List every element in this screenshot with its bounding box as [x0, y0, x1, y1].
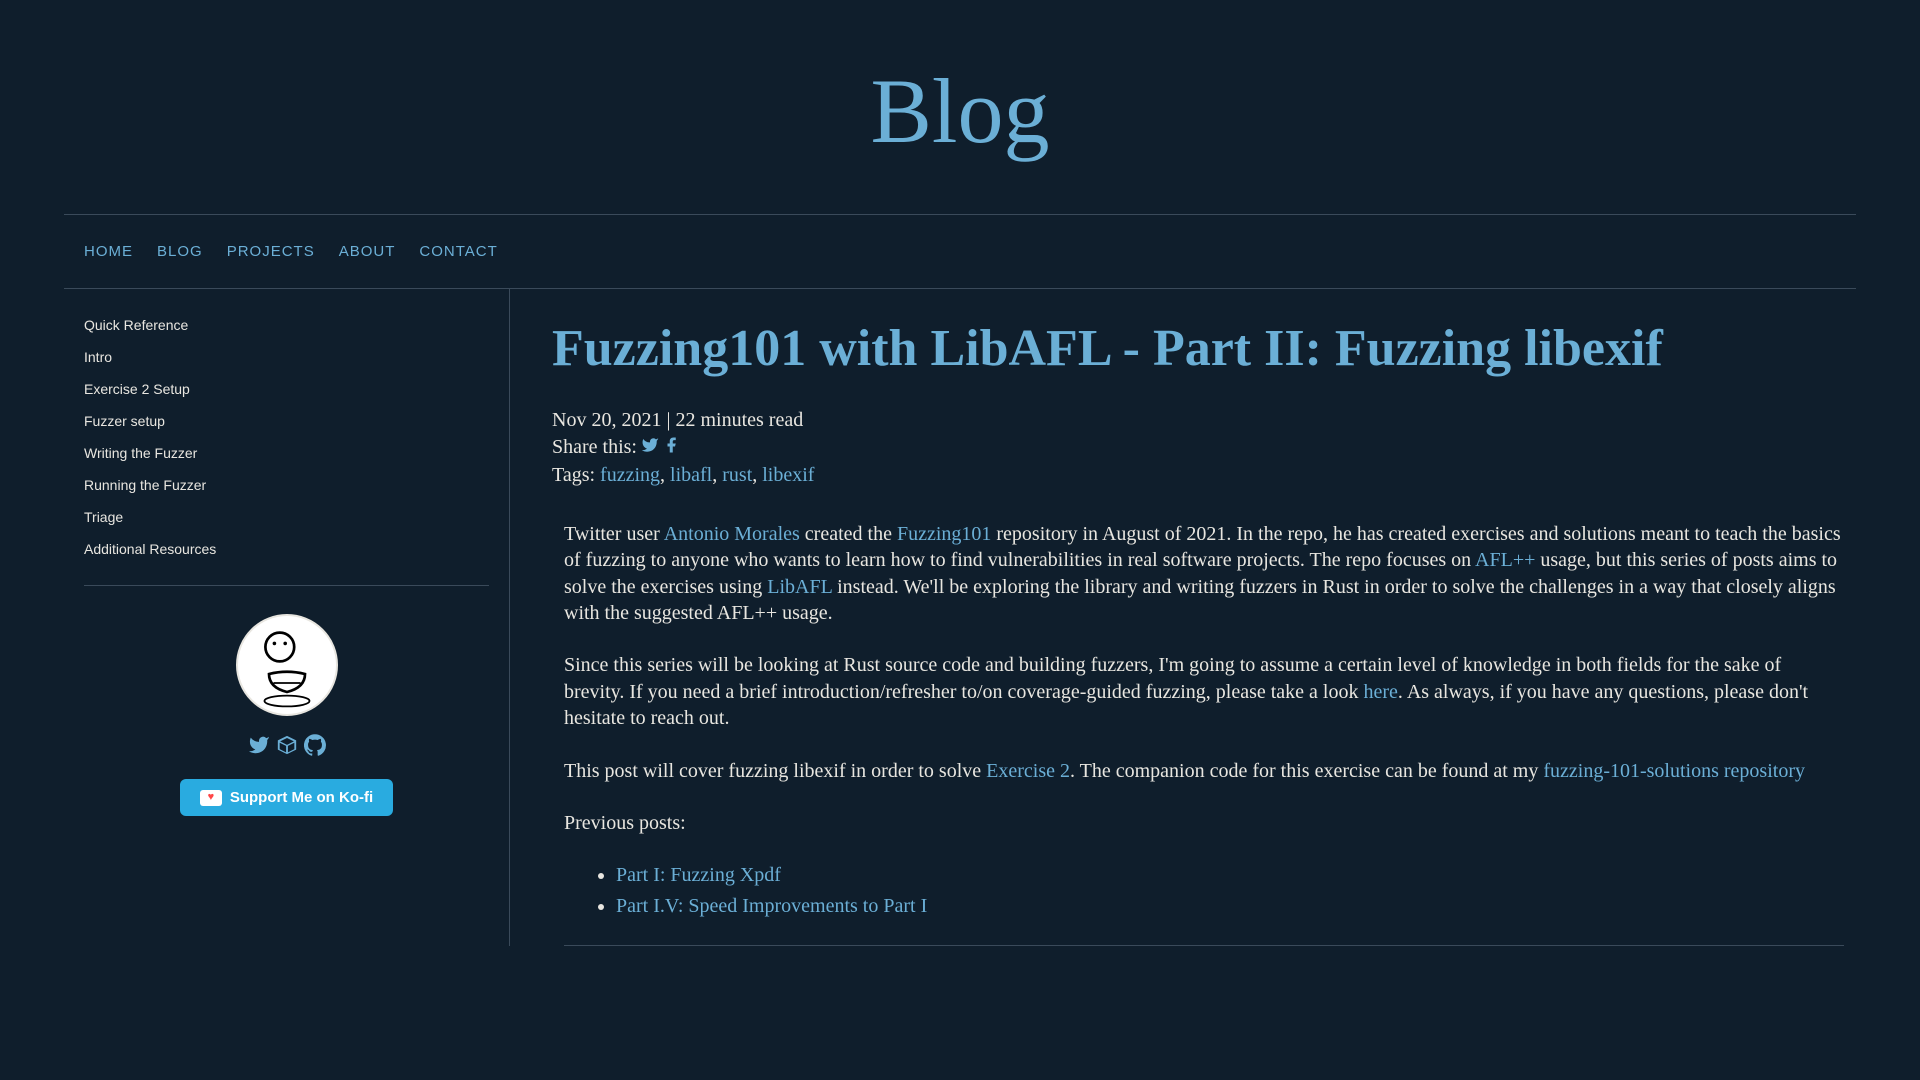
- list-item: Part I: Fuzzing Xpdf: [616, 862, 1844, 888]
- share-twitter-icon[interactable]: [641, 436, 659, 460]
- post-meta: Nov 20, 2021 | 22 minutes read: [552, 409, 1856, 432]
- post-readtime: 22 minutes read: [675, 409, 803, 431]
- nav-projects[interactable]: PROJECTS: [227, 243, 315, 260]
- toc-item-running-the-fuzzer[interactable]: Running the Fuzzer: [84, 477, 489, 493]
- nav-bar: HOME BLOG PROJECTS ABOUT CONTACT: [64, 214, 1856, 289]
- paragraph: Twitter user Antonio Morales created the…: [564, 521, 1844, 627]
- list-item: Part I.V: Speed Improvements to Part I: [616, 893, 1844, 919]
- link-libafl[interactable]: LibAFL: [767, 576, 832, 598]
- hackthebox-icon[interactable]: [276, 734, 298, 761]
- link-antonio-morales[interactable]: Antonio Morales: [664, 523, 800, 545]
- toc-item-triage[interactable]: Triage: [84, 509, 489, 525]
- share-row: Share this:: [552, 436, 1856, 460]
- tag-libexif[interactable]: libexif: [762, 464, 814, 486]
- paragraph: This post will cover fuzzing libexif in …: [564, 758, 1844, 784]
- nav-about[interactable]: ABOUT: [339, 243, 396, 260]
- social-links: [248, 734, 326, 761]
- sidebar: Quick Reference Intro Exercise 2 Setup F…: [64, 289, 510, 946]
- nav-contact[interactable]: CONTACT: [419, 243, 497, 260]
- previous-posts-list: Part I: Fuzzing Xpdf Part I.V: Speed Imp…: [616, 862, 1844, 919]
- link-part-i[interactable]: Part I: Fuzzing Xpdf: [616, 864, 781, 886]
- page-title: Blog: [0, 0, 1920, 214]
- toc-item-additional-resources[interactable]: Additional Resources: [84, 541, 489, 557]
- post-content: Fuzzing101 with LibAFL - Part II: Fuzzin…: [510, 289, 1856, 946]
- tag-fuzzing[interactable]: fuzzing: [600, 464, 660, 486]
- nav-home[interactable]: HOME: [84, 243, 133, 260]
- link-part-iv[interactable]: Part I.V: Speed Improvements to Part I: [616, 895, 927, 917]
- link-aflpp[interactable]: AFL++: [1475, 549, 1535, 571]
- github-icon[interactable]: [304, 734, 326, 761]
- tags-label: Tags:: [552, 464, 595, 486]
- post-title: Fuzzing101 with LibAFL - Part II: Fuzzin…: [552, 319, 1856, 379]
- toc-item-intro[interactable]: Intro: [84, 349, 489, 365]
- link-here[interactable]: here: [1364, 681, 1398, 703]
- tags-row: Tags: fuzzing, libafl, rust, libexif: [552, 464, 1856, 487]
- kofi-icon: ♥: [200, 790, 222, 806]
- avatar: [236, 614, 338, 716]
- toc-item-writing-the-fuzzer[interactable]: Writing the Fuzzer: [84, 445, 489, 461]
- paragraph-previous-posts: Previous posts:: [564, 810, 1844, 836]
- profile-card: ♥ Support Me on Ko-fi: [147, 614, 427, 816]
- post-body: Twitter user Antonio Morales created the…: [552, 521, 1856, 946]
- link-fuzzing101[interactable]: Fuzzing101: [897, 523, 991, 545]
- separator: [564, 945, 1844, 946]
- tag-rust[interactable]: rust: [722, 464, 752, 486]
- paragraph: Since this series will be looking at Rus…: [564, 652, 1844, 731]
- toc-item-exercise-2-setup[interactable]: Exercise 2 Setup: [84, 381, 489, 397]
- tag-libafl[interactable]: libafl: [670, 464, 712, 486]
- kofi-label: Support Me on Ko-fi: [230, 789, 373, 806]
- post-date: Nov 20, 2021: [552, 409, 661, 431]
- link-solutions-repo[interactable]: fuzzing-101-solutions repository: [1543, 760, 1805, 782]
- share-label: Share this:: [552, 436, 637, 459]
- nav-blog[interactable]: BLOG: [157, 243, 203, 260]
- twitter-icon[interactable]: [248, 734, 270, 761]
- share-facebook-icon[interactable]: [663, 436, 681, 460]
- toc-item-quick-reference[interactable]: Quick Reference: [84, 317, 489, 333]
- toc-item-fuzzer-setup[interactable]: Fuzzer setup: [84, 413, 489, 429]
- link-exercise-2[interactable]: Exercise 2: [986, 760, 1070, 782]
- table-of-contents: Quick Reference Intro Exercise 2 Setup F…: [84, 317, 489, 586]
- kofi-button[interactable]: ♥ Support Me on Ko-fi: [180, 779, 393, 816]
